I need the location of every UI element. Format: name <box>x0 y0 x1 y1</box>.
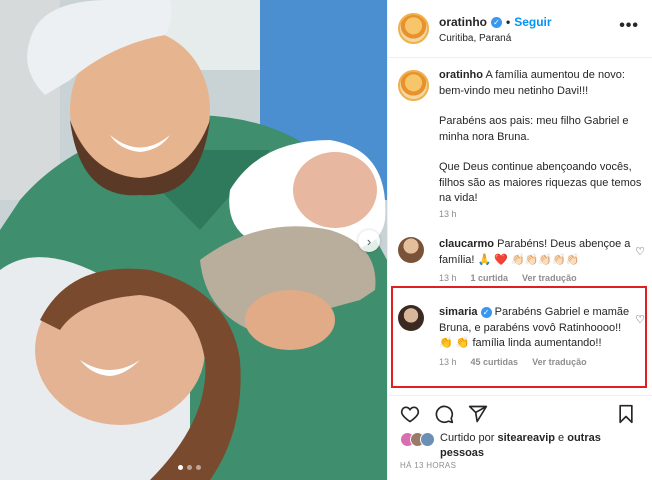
heart-icon[interactable]: ♡ <box>635 245 645 258</box>
comment-timestamp[interactable]: 13 h <box>439 273 457 283</box>
post-username[interactable]: oratinho <box>439 15 487 29</box>
comment-timestamp[interactable]: 13 h <box>439 357 457 367</box>
avatar[interactable] <box>398 70 429 101</box>
see-translation-link[interactable]: Ver tradução <box>522 273 577 283</box>
liked-by: Curtido por siteareavip e outras pessoas <box>400 431 630 461</box>
comment-likes[interactable]: 1 curtida <box>471 273 509 283</box>
post-actions: Curtido por siteareavip e outras pessoas… <box>388 395 652 480</box>
liked-by-user[interactable]: siteareavip <box>497 432 554 444</box>
share-icon[interactable] <box>468 404 488 424</box>
carousel-dot-active <box>178 465 183 470</box>
newborn-photo-illustration <box>0 0 387 480</box>
avatar[interactable] <box>398 237 424 263</box>
post-header: oratinho ✓ • Seguir Curitiba, Paraná ••• <box>388 0 652 58</box>
comment-likes[interactable]: 45 curtidas <box>471 357 519 367</box>
carousel-dot <box>187 465 192 470</box>
carousel-dot <box>196 465 201 470</box>
post-caption: oratinho A família aumentou de novo: bem… <box>398 68 648 222</box>
comment-username[interactable]: simaria <box>439 306 478 318</box>
post-location[interactable]: Curitiba, Paraná <box>439 33 511 44</box>
heart-icon[interactable]: ♡ <box>635 313 645 326</box>
bookmark-icon[interactable] <box>617 404 635 424</box>
separator-dot: • <box>506 15 511 29</box>
see-translation-link[interactable]: Ver tradução <box>532 357 587 367</box>
caption-username[interactable]: oratinho <box>439 69 483 81</box>
caption-timestamp[interactable]: 13 h <box>439 209 457 219</box>
verified-badge-icon: ✓ <box>480 307 492 318</box>
carousel-dots <box>178 465 201 470</box>
comment-item: claucarmo Parabéns! Deus abençoe a famíl… <box>398 237 648 283</box>
liked-by-connector: e <box>558 432 565 444</box>
avatar[interactable] <box>398 305 424 331</box>
more-options-icon[interactable]: ••• <box>619 18 639 34</box>
comment-username[interactable]: claucarmo <box>439 238 494 250</box>
post-date[interactable]: HÁ 13 HORAS <box>400 461 456 470</box>
caption-line-3: Que Deus continue abençoando vocês, filh… <box>439 161 642 204</box>
chevron-right-icon[interactable]: › <box>358 230 380 252</box>
liked-by-prefix: Curtido por <box>440 432 495 444</box>
caption-line-2: Parabéns aos pais: meu filho Gabriel e m… <box>439 115 629 143</box>
verified-badge-icon: ✓ <box>491 16 502 28</box>
post-photo[interactable]: › <box>0 0 387 480</box>
follow-button[interactable]: Seguir <box>514 15 551 29</box>
heart-icon[interactable] <box>400 404 420 424</box>
avatar[interactable] <box>420 432 435 447</box>
comment-item: simaria ✓ Parabéns Gabriel e mamãe Bruna… <box>398 305 648 367</box>
avatar[interactable] <box>398 13 429 44</box>
liked-by-avatars <box>400 431 440 449</box>
post-side-panel: oratinho ✓ • Seguir Curitiba, Paraná •••… <box>387 0 652 480</box>
comment-icon[interactable] <box>434 404 454 424</box>
